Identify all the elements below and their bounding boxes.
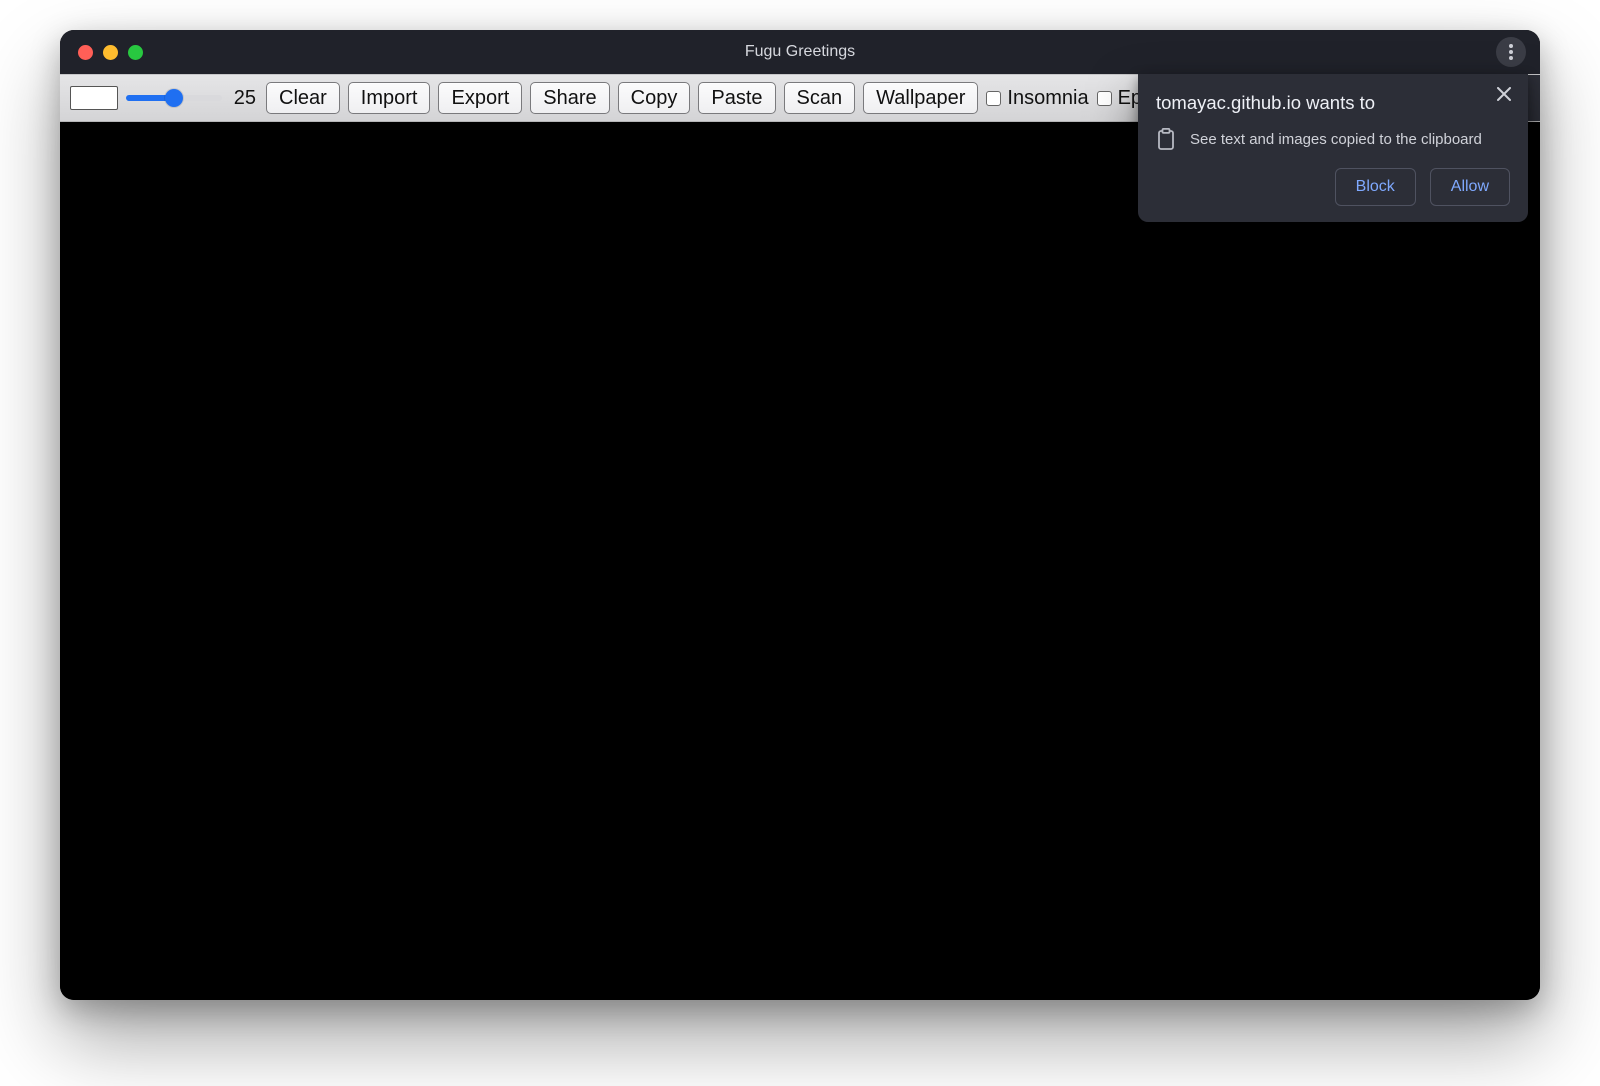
export-button[interactable]: Export [438,82,522,114]
close-window-button[interactable] [78,45,93,60]
paste-button[interactable]: Paste [698,82,775,114]
brush-size-control: 25 [126,87,258,110]
checkbox-box-icon [1097,91,1112,106]
drawing-canvas[interactable] [60,122,1540,1000]
titlebar: Fugu Greetings [60,30,1540,74]
window-controls [78,45,143,60]
more-vert-icon [1509,44,1513,60]
clear-button[interactable]: Clear [266,82,340,114]
wallpaper-button[interactable]: Wallpaper [863,82,978,114]
maximize-window-button[interactable] [128,45,143,60]
clipboard-icon [1156,128,1176,150]
block-button[interactable]: Block [1335,168,1416,206]
color-picker[interactable] [70,86,118,110]
window-title: Fugu Greetings [60,43,1540,61]
close-icon [1497,87,1511,101]
more-options-button[interactable] [1496,37,1526,67]
allow-button[interactable]: Allow [1430,168,1510,206]
insomnia-label: Insomnia [1007,87,1088,110]
minimize-window-button[interactable] [103,45,118,60]
brush-size-slider[interactable] [126,88,222,108]
checkbox-box-icon [986,91,1001,106]
share-button[interactable]: Share [530,82,609,114]
permission-description: See text and images copied to the clipbo… [1190,131,1482,148]
permission-prompt: tomayac.github.io wants to See text and … [1138,74,1528,222]
copy-button[interactable]: Copy [618,82,691,114]
insomnia-checkbox[interactable]: Insomnia [986,87,1088,110]
permission-origin: tomayac.github.io wants to [1156,92,1510,114]
brush-size-value: 25 [228,87,256,110]
permission-row: See text and images copied to the clipbo… [1156,128,1510,150]
scan-button[interactable]: Scan [784,82,856,114]
app-window: Fugu Greetings 25 Clear Import Export [60,30,1540,1000]
import-button[interactable]: Import [348,82,431,114]
slider-thumb[interactable] [165,89,183,107]
permission-actions: Block Allow [1156,168,1510,206]
close-prompt-button[interactable] [1490,80,1518,108]
